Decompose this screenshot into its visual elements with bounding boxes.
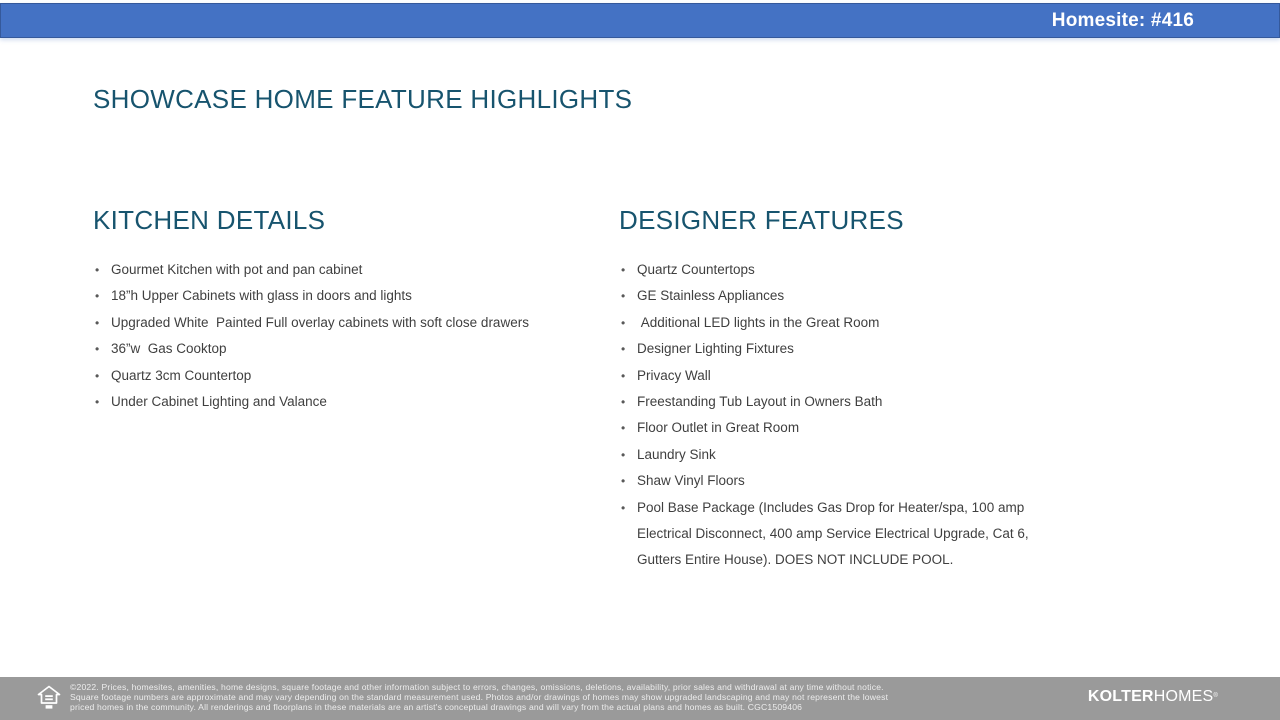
kitchen-details-heading: KITCHEN DETAILS [93,205,326,235]
list-item-text: 18”h Upper Cabinets with glass in doors … [111,288,412,304]
bullet-icon: • [95,395,100,410]
list-item: • Quartz 3cm Countertop [93,363,598,389]
designer-features-heading: DESIGNER FEATURES [619,205,904,235]
list-item: • Freestanding Tub Layout in Owners Bath [619,389,1071,415]
homesite-banner: Homesite: #416 [0,3,1280,38]
section-kitchen-details: KITCHEN DETAILS • Gourmet Kitchen with po… [93,205,598,415]
list-item: • Additional LED lights in the Great Roo… [619,310,1071,336]
list-item-text: GE Stainless Appliances [637,288,785,304]
list-item-text: Under Cabinet Lighting and Valance [111,394,327,410]
designer-features-list: • Quartz Countertops • GE Stainless Applian… [619,257,1071,574]
kolter-homes-logo: KOLTERHOMES® [1088,689,1218,705]
kitchen-details-list: • Gourmet Kitchen with pot and pan cabine… [93,257,598,415]
kolter-logo-bold: KOLTER [1087,688,1154,705]
list-item-text: Additional LED lights in the Great Room [637,314,880,330]
bullet-icon: • [621,395,626,410]
bullet-icon: • [621,289,626,304]
page-title: SHOWCASE HOME FEATURE HIGHLIGHTS [93,84,633,114]
list-item-text: Quartz 3cm Countertop [111,367,252,383]
bullet-icon: • [95,342,100,357]
bullet-icon: • [621,474,626,489]
list-item: • Gourmet Kitchen with pot and pan cabine… [93,257,598,283]
bullet-icon: • [95,315,100,330]
bullet-icon: • [621,447,626,462]
list-item-text: Floor Outlet in Great Room [637,420,800,436]
bullet-icon: • [95,263,100,277]
list-item: • Pool Base Package (Includes Gas Drop fo… [619,495,1071,574]
list-item: • Shaw Vinyl Floors [619,468,1071,494]
list-item-text: Privacy Wall [637,367,711,383]
section-designer-features: DESIGNER FEATURES • Quartz Countertops • GE… [619,205,1071,574]
list-item: • GE Stainless Appliances [619,283,1071,309]
list-item: • Laundry Sink [619,442,1071,468]
list-item: • Upgraded White Painted Full overlay cab… [93,310,598,336]
list-item-text: Pool Base Package (Includes Gas Drop for… [637,499,1033,568]
list-item-text: Upgraded White Painted Full overlay cabi… [111,314,529,330]
list-item: • Under Cabinet Lighting and Valance [93,389,598,415]
list-item-text: Freestanding Tub Layout in Owners Bath [637,394,883,410]
bullet-icon: • [621,342,626,357]
list-item-text: Laundry Sink [637,446,716,462]
kolter-logo-regular: HOMES [1153,688,1214,705]
disclaimer-line: ©2022. Prices, homesites, amenities, hom… [70,682,884,692]
bullet-icon: • [621,368,626,383]
bullet-icon: • [621,315,626,330]
bullet-icon: • [95,289,100,304]
list-item: • Quartz Countertops [619,257,1071,283]
list-item: • Privacy Wall [619,363,1071,389]
registered-trademark-symbol: ® [1213,693,1218,699]
disclaimer-line: Square footage numbers are approximate a… [70,692,889,703]
list-item-text: Shaw Vinyl Floors [637,473,745,489]
bullet-icon: • [95,368,100,383]
homesite-label: Homesite: #416 [1051,9,1194,31]
list-item-text: Quartz Countertops [637,262,755,277]
footer-disclaimer-bar: ©2022. Prices, homesites, amenities, hom… [0,677,1280,720]
list-item-text: Gourmet Kitchen with pot and pan cabinet [111,262,363,277]
bullet-icon: • [621,500,626,515]
list-item: • 36”w Gas Cooktop [93,336,598,362]
disclaimer-text: ©2022. Prices, homesites, amenities, hom… [70,682,1080,713]
bullet-icon: • [621,263,626,277]
list-item: • Designer Lighting Fixtures [619,336,1071,362]
list-item: • Floor Outlet in Great Room [619,415,1071,441]
list-item-text: 36”w Gas Cooktop [111,341,227,357]
list-item-text: Designer Lighting Fixtures [637,341,794,357]
equal-housing-opportunity-icon [37,685,61,709]
list-item: • 18”h Upper Cabinets with glass in doors… [93,283,598,309]
disclaimer-line: priced homes in the community. All rende… [70,702,803,713]
bullet-icon: • [621,421,626,436]
